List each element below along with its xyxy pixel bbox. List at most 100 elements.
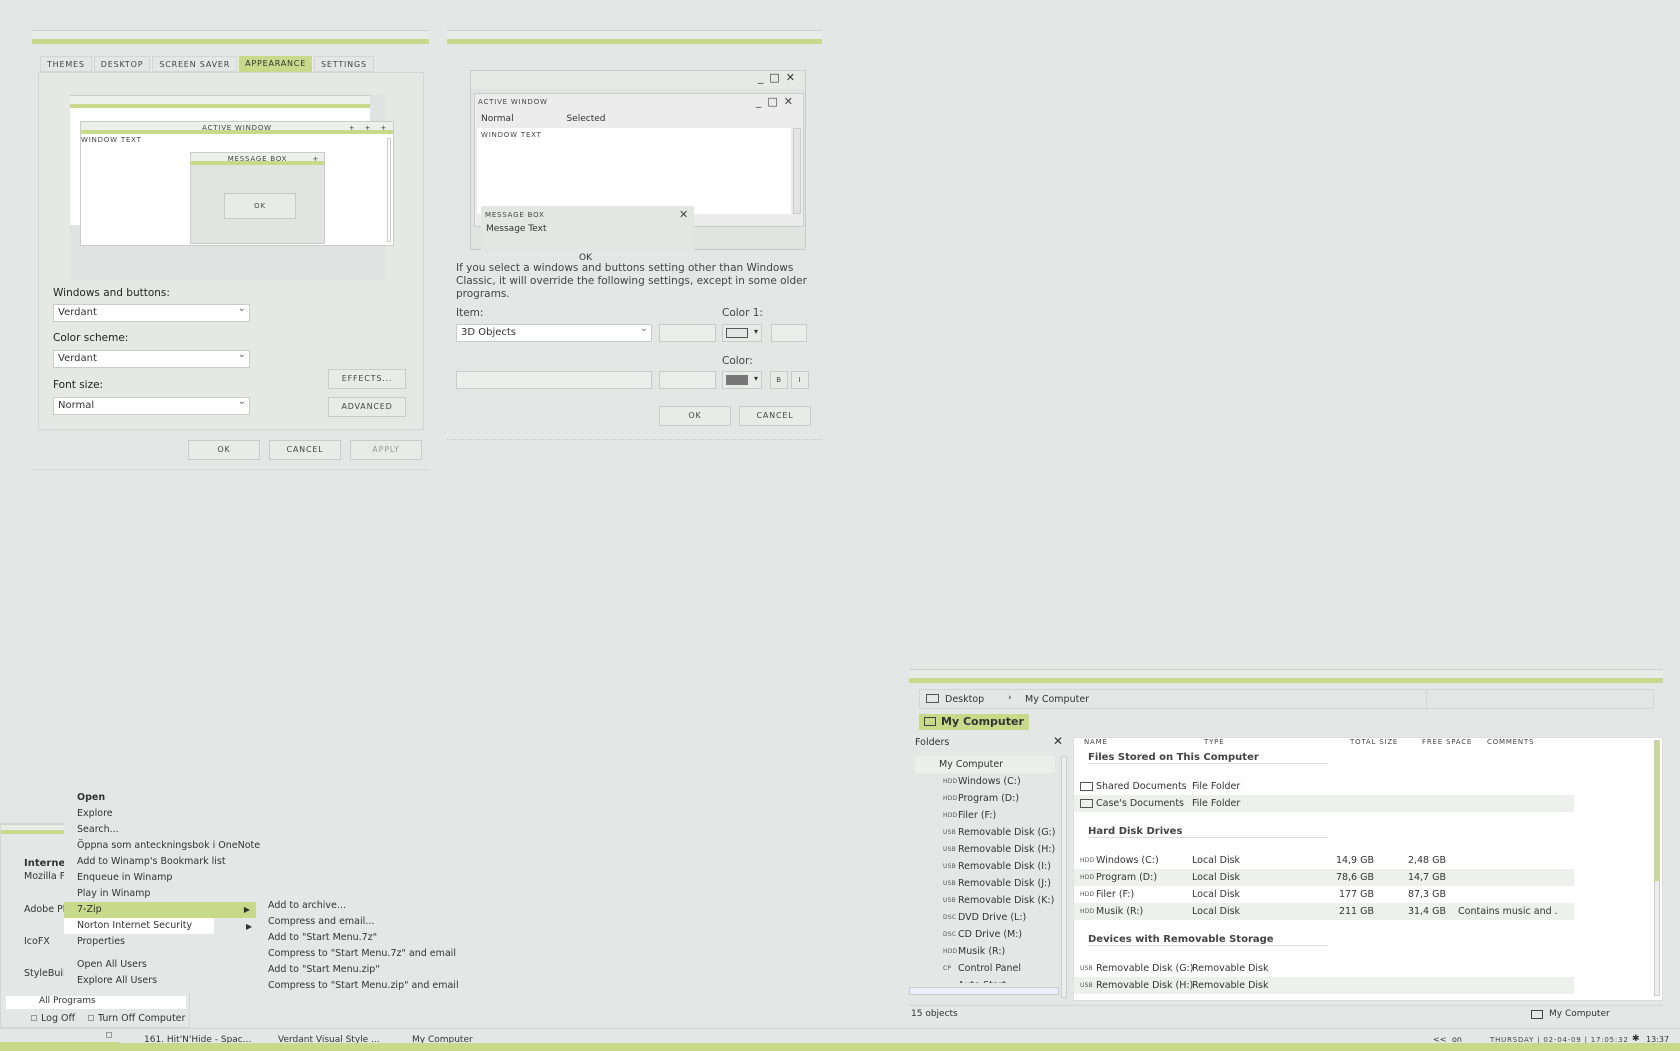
font-select[interactable]: [456, 371, 652, 389]
tree-item[interactable]: CP Control Panel: [915, 960, 1055, 977]
menu-winamp-enqueue[interactable]: Enqueue in Winamp: [64, 870, 256, 886]
color1-picker[interactable]: ▾: [722, 324, 762, 342]
windows-buttons-select[interactable]: Verdant: [53, 303, 250, 322]
table-row[interactable]: USB Removable Disk (H:) Removable Disk: [1074, 977, 1574, 994]
tree-item[interactable]: DSC DVD Drive (L:): [915, 909, 1055, 926]
turn-off-button[interactable]: Turn Off Computer: [88, 1013, 185, 1024]
table-row[interactable]: Case's Documents File Folder: [1074, 795, 1574, 812]
tab-appearance[interactable]: Appearance: [239, 56, 313, 72]
list-scrollbar[interactable]: [1654, 740, 1660, 996]
menu-7zip[interactable]: 7-Zip ▶: [64, 902, 256, 918]
font-size-field[interactable]: [659, 371, 716, 389]
col-total-size[interactable]: Total Size: [1350, 738, 1398, 746]
tree-item[interactable]: DSC CD Drive (M:): [915, 926, 1055, 943]
table-row[interactable]: USB Removable Disk (G:) Removable Disk: [1074, 960, 1574, 977]
table-row[interactable]: HDD Filer (F:) Local Disk 177 GB 87,3 GB: [1074, 886, 1574, 903]
advanced-preview: _□✕ Active Window _□✕ Normal Selected Wi…: [470, 70, 806, 263]
tab-screen-saver[interactable]: Screen Saver: [152, 56, 238, 72]
breadcrumb-my-computer[interactable]: My Computer: [1025, 694, 1089, 705]
tree-item[interactable]: USB Removable Disk (J:): [915, 875, 1055, 892]
menu-norton[interactable]: Norton Internet Security: [64, 918, 214, 934]
submenu-compress-zip-email[interactable]: Compress to "Start Menu.zip" and email: [258, 978, 459, 994]
submenu-compress-7z-email[interactable]: Compress to "Start Menu.7z" and email: [258, 946, 456, 962]
file-list-pane: Name Type Total Size Free Space Comments…: [1073, 737, 1663, 1001]
row-total-size: 211 GB: [1338, 906, 1374, 917]
advanced-button[interactable]: Advanced: [328, 397, 406, 417]
tree-item[interactable]: My Computer: [915, 756, 1055, 773]
menu-onenote[interactable]: Öppna som anteckningsbok i OneNote: [64, 838, 260, 854]
table-row[interactable]: HDD Musik (R:) Local Disk 211 GB 31,4 GB Cont…: [1074, 903, 1574, 920]
col-name[interactable]: Name: [1084, 738, 1108, 746]
tree-scrollbar[interactable]: [1061, 756, 1067, 998]
italic-button[interactable]: I: [791, 371, 809, 389]
tab-settings[interactable]: Settings: [314, 56, 374, 72]
tree-item[interactable]: USB Removable Disk (G:): [915, 824, 1055, 841]
menu-explore-all-users[interactable]: Explore All Users: [64, 973, 256, 989]
tree-item[interactable]: USB Removable Disk (K:): [915, 892, 1055, 909]
all-programs[interactable]: All Programs: [6, 996, 186, 1009]
tab-desktop[interactable]: Desktop: [93, 56, 151, 72]
start-program-3[interactable]: IcoFX: [24, 936, 50, 947]
drive-icon: DSC: [943, 931, 957, 938]
menu-search[interactable]: Search...: [64, 822, 256, 838]
start-program-1[interactable]: Mozilla F: [24, 871, 65, 882]
close-icon[interactable]: ✕: [1053, 734, 1063, 748]
adv-ok-button[interactable]: OK: [659, 406, 731, 426]
windows-buttons-label: Windows and buttons:: [53, 287, 170, 299]
taskbar-quicklaunch-icon[interactable]: [106, 1032, 112, 1038]
tree-item[interactable]: USB Removable Disk (H:): [915, 841, 1055, 858]
start-program-4[interactable]: StyleBuil: [24, 968, 66, 979]
tree-item-label: Removable Disk (G:): [958, 827, 1055, 838]
menu-explore[interactable]: Explore: [64, 806, 256, 822]
tree-item[interactable]: Auto Start: [915, 977, 1055, 983]
effects-button[interactable]: Effects...: [328, 369, 406, 389]
submenu-add-archive[interactable]: Add to archive...: [258, 898, 446, 914]
advanced-titlebar[interactable]: [447, 30, 822, 44]
log-off-button[interactable]: Log Off: [31, 1013, 75, 1024]
ok-button[interactable]: OK: [188, 440, 260, 460]
menu-open-all-users[interactable]: Open All Users: [64, 957, 256, 973]
tab-themes[interactable]: Themes: [40, 56, 92, 72]
item-size-field[interactable]: [659, 324, 716, 342]
col-free-space[interactable]: Free Space: [1422, 738, 1472, 746]
row-type: File Folder: [1192, 798, 1241, 809]
apply-button[interactable]: Apply: [350, 440, 422, 460]
breadcrumb-desktop[interactable]: Desktop: [945, 694, 984, 705]
menu-winamp-play[interactable]: Play in Winamp: [64, 886, 256, 902]
submenu-add-7z[interactable]: Add to "Start Menu.7z": [258, 930, 446, 946]
row-type: Removable Disk: [1192, 980, 1269, 991]
status-location: My Computer: [1549, 1009, 1610, 1019]
submenu-compress-email[interactable]: Compress and email...: [258, 914, 446, 930]
color-scheme-select[interactable]: Verdant: [53, 349, 250, 368]
drive-icon: USB: [943, 863, 956, 870]
col-comments[interactable]: Comments: [1487, 738, 1534, 746]
table-row[interactable]: HDD Program (D:) Local Disk 78,6 GB 14,7 GB: [1074, 869, 1574, 886]
adv-cancel-button[interactable]: Cancel: [739, 406, 811, 426]
explorer-titlebar[interactable]: [909, 669, 1663, 683]
color2-field[interactable]: [771, 324, 807, 342]
menu-properties[interactable]: Properties: [64, 934, 256, 950]
col-type[interactable]: Type: [1204, 738, 1224, 746]
table-row[interactable]: HDD Windows (C:) Local Disk 14,9 GB 2,48 GB: [1074, 852, 1574, 869]
tree-item[interactable]: HDD Program (D:): [915, 790, 1055, 807]
font-size-select[interactable]: Normal: [53, 396, 250, 415]
bold-button[interactable]: B: [770, 371, 788, 389]
tree-item[interactable]: USB Removable Disk (I:): [915, 858, 1055, 875]
computer-icon: [926, 694, 939, 703]
tree-item[interactable]: HDD Filer (F:): [915, 807, 1055, 824]
tree-item[interactable]: HDD Musik (R:): [915, 943, 1055, 960]
tree-hscrollbar[interactable]: [909, 987, 1059, 995]
tree-item[interactable]: HDD Windows (C:): [915, 773, 1055, 790]
submenu-add-zip[interactable]: Add to "Start Menu.zip": [258, 962, 446, 978]
row-type: Local Disk: [1192, 906, 1241, 917]
menu-winamp-bookmark[interactable]: Add to Winamp's Bookmark list: [64, 854, 256, 870]
menu-open[interactable]: Open: [64, 790, 256, 806]
window-titlebar[interactable]: [32, 30, 429, 44]
item-select[interactable]: 3D Objects: [456, 323, 652, 342]
start-program-2[interactable]: Adobe Pl: [24, 904, 65, 915]
table-row[interactable]: Shared Documents File Folder: [1074, 778, 1574, 795]
taskbar: 161. Hit'N'Hide - Spac... Verdant Visual…: [0, 1028, 1680, 1051]
row-name: Shared Documents: [1096, 781, 1187, 792]
font-color-picker[interactable]: ▾: [722, 371, 762, 389]
cancel-button[interactable]: Cancel: [269, 440, 341, 460]
